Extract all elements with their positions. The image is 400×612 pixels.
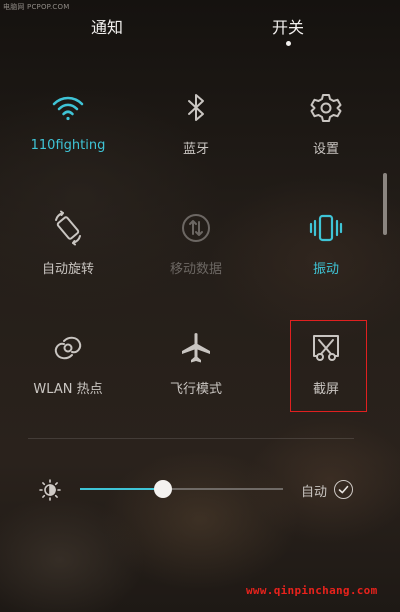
vibrate-icon: [308, 210, 344, 246]
bluetooth-icon: [178, 90, 214, 126]
tile-wlan-hotspot[interactable]: WLAN 热点: [8, 330, 128, 420]
tile-airplane-mode-label: 飞行模式: [169, 382, 222, 397]
brightness-slider-fill: [80, 488, 164, 490]
gear-icon: [308, 90, 344, 126]
tile-mobile-data[interactable]: 移动数据: [136, 210, 256, 300]
auto-brightness-checkbox[interactable]: [334, 480, 353, 499]
scrollbar[interactable]: [383, 173, 387, 235]
checkmark-icon: [338, 485, 349, 494]
tile-mobile-data-label: 移动数据: [169, 262, 222, 277]
auto-brightness-label: 自动: [301, 485, 328, 500]
divider: [28, 438, 354, 439]
tile-settings-label: 设置: [312, 142, 339, 157]
tile-wlan-hotspot-label: WLAN 热点: [33, 382, 103, 397]
wifi-icon: [50, 90, 86, 126]
tab-active-indicator: [286, 41, 291, 46]
brightness-icon: [38, 478, 62, 502]
tile-vibrate-label: 振动: [312, 262, 339, 277]
tile-settings[interactable]: 设置: [266, 90, 386, 180]
watermark-top: 电脑网 PCPOP.COM: [3, 3, 70, 11]
watermark-bottom: www.qinpinchang.com: [246, 584, 378, 597]
highlight-box: [290, 320, 367, 412]
tile-auto-rotate[interactable]: 自动旋转: [8, 210, 128, 300]
tile-wifi-label: 110fighting: [30, 138, 106, 153]
tab-notifications[interactable]: 通知: [47, 14, 167, 38]
tile-wifi[interactable]: 110fighting: [8, 90, 128, 180]
tile-airplane-mode[interactable]: 飞行模式: [136, 330, 256, 420]
mobile-data-icon: [178, 210, 214, 246]
tab-bar: 通知 开关: [0, 14, 400, 54]
airplane-icon: [178, 330, 214, 366]
tile-bluetooth-label: 蓝牙: [182, 142, 209, 157]
tile-auto-rotate-label: 自动旋转: [41, 262, 94, 277]
hotspot-icon: [50, 330, 86, 366]
tile-vibrate[interactable]: 振动: [266, 210, 386, 300]
rotate-icon: [50, 210, 86, 246]
tile-bluetooth[interactable]: 蓝牙: [136, 90, 256, 180]
tab-switches[interactable]: 开关: [228, 14, 348, 38]
